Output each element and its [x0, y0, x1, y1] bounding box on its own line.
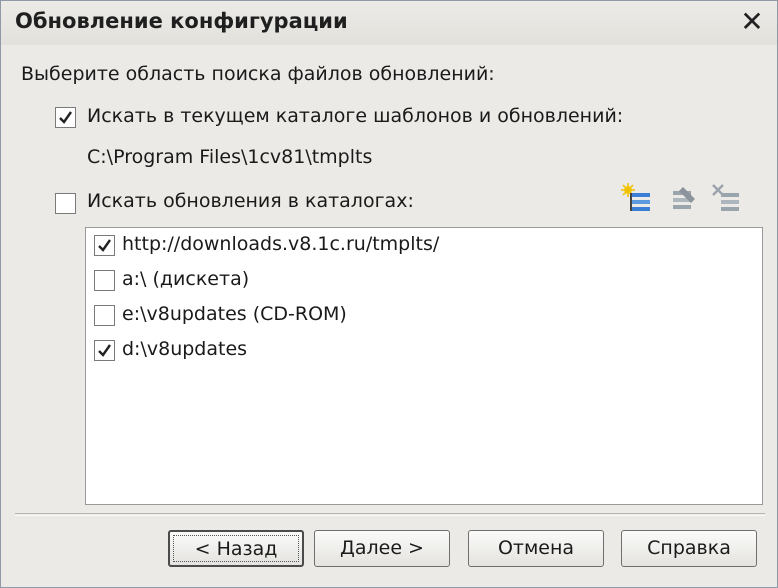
- help-button-label: Справка: [647, 537, 731, 559]
- list-item[interactable]: a:\ (дискета): [86, 263, 756, 297]
- add-catalog-icon[interactable]: [621, 181, 655, 215]
- checkmark-icon: [98, 239, 111, 252]
- catalog-label: a:\ (дискета): [122, 268, 250, 290]
- back-button[interactable]: < Назад: [168, 530, 304, 567]
- help-button[interactable]: Справка: [621, 530, 757, 567]
- edit-catalog-icon[interactable]: [665, 181, 699, 215]
- cancel-button-label: Отмена: [497, 537, 575, 559]
- cancel-button[interactable]: Отмена: [468, 530, 604, 567]
- catalog-checkbox[interactable]: [94, 305, 115, 326]
- catalog-label: d:\v8updates: [122, 338, 248, 360]
- catalog-label: http://downloads.v8.1c.ru/tmplts/: [122, 233, 440, 255]
- catalog-list[interactable]: http://downloads.v8.1c.ru/tmplts/ a:\ (д…: [85, 227, 763, 505]
- title-bar[interactable]: Обновление конфигурации ✕: [1, 1, 777, 45]
- delete-catalog-icon[interactable]: [709, 181, 743, 215]
- catalog-checkbox[interactable]: [94, 270, 115, 291]
- search-current-catalog-checkbox[interactable]: [55, 107, 76, 128]
- catalog-checkbox[interactable]: [94, 235, 115, 256]
- search-in-catalogs-checkbox[interactable]: [55, 193, 76, 214]
- current-catalog-path: C:\Program Files\1cv81\tmplts: [87, 146, 373, 168]
- search-in-catalogs-label[interactable]: Искать обновления в каталогах:: [87, 190, 414, 212]
- checkmark-icon: [59, 111, 72, 124]
- focus-rectangle: [173, 535, 299, 562]
- search-current-catalog-label[interactable]: Искать в текущем каталоге шаблонов и обн…: [87, 105, 623, 127]
- catalog-checkbox[interactable]: [94, 340, 115, 361]
- button-separator: [15, 513, 765, 516]
- next-button-label: Далее >: [340, 537, 424, 559]
- update-configuration-dialog: Обновление конфигурации ✕ Выберите облас…: [0, 0, 778, 588]
- close-icon[interactable]: ✕: [737, 7, 767, 37]
- list-item[interactable]: e:\v8updates (CD-ROM): [86, 298, 756, 332]
- list-item[interactable]: http://downloads.v8.1c.ru/tmplts/: [86, 228, 756, 262]
- catalog-label: e:\v8updates (CD-ROM): [122, 303, 347, 325]
- search-area-prompt: Выберите область поиска файлов обновлени…: [21, 63, 495, 85]
- checkmark-icon: [98, 344, 111, 357]
- window-title: Обновление конфигурации: [15, 9, 348, 33]
- next-button[interactable]: Далее >: [314, 530, 450, 567]
- list-item[interactable]: d:\v8updates: [86, 333, 756, 367]
